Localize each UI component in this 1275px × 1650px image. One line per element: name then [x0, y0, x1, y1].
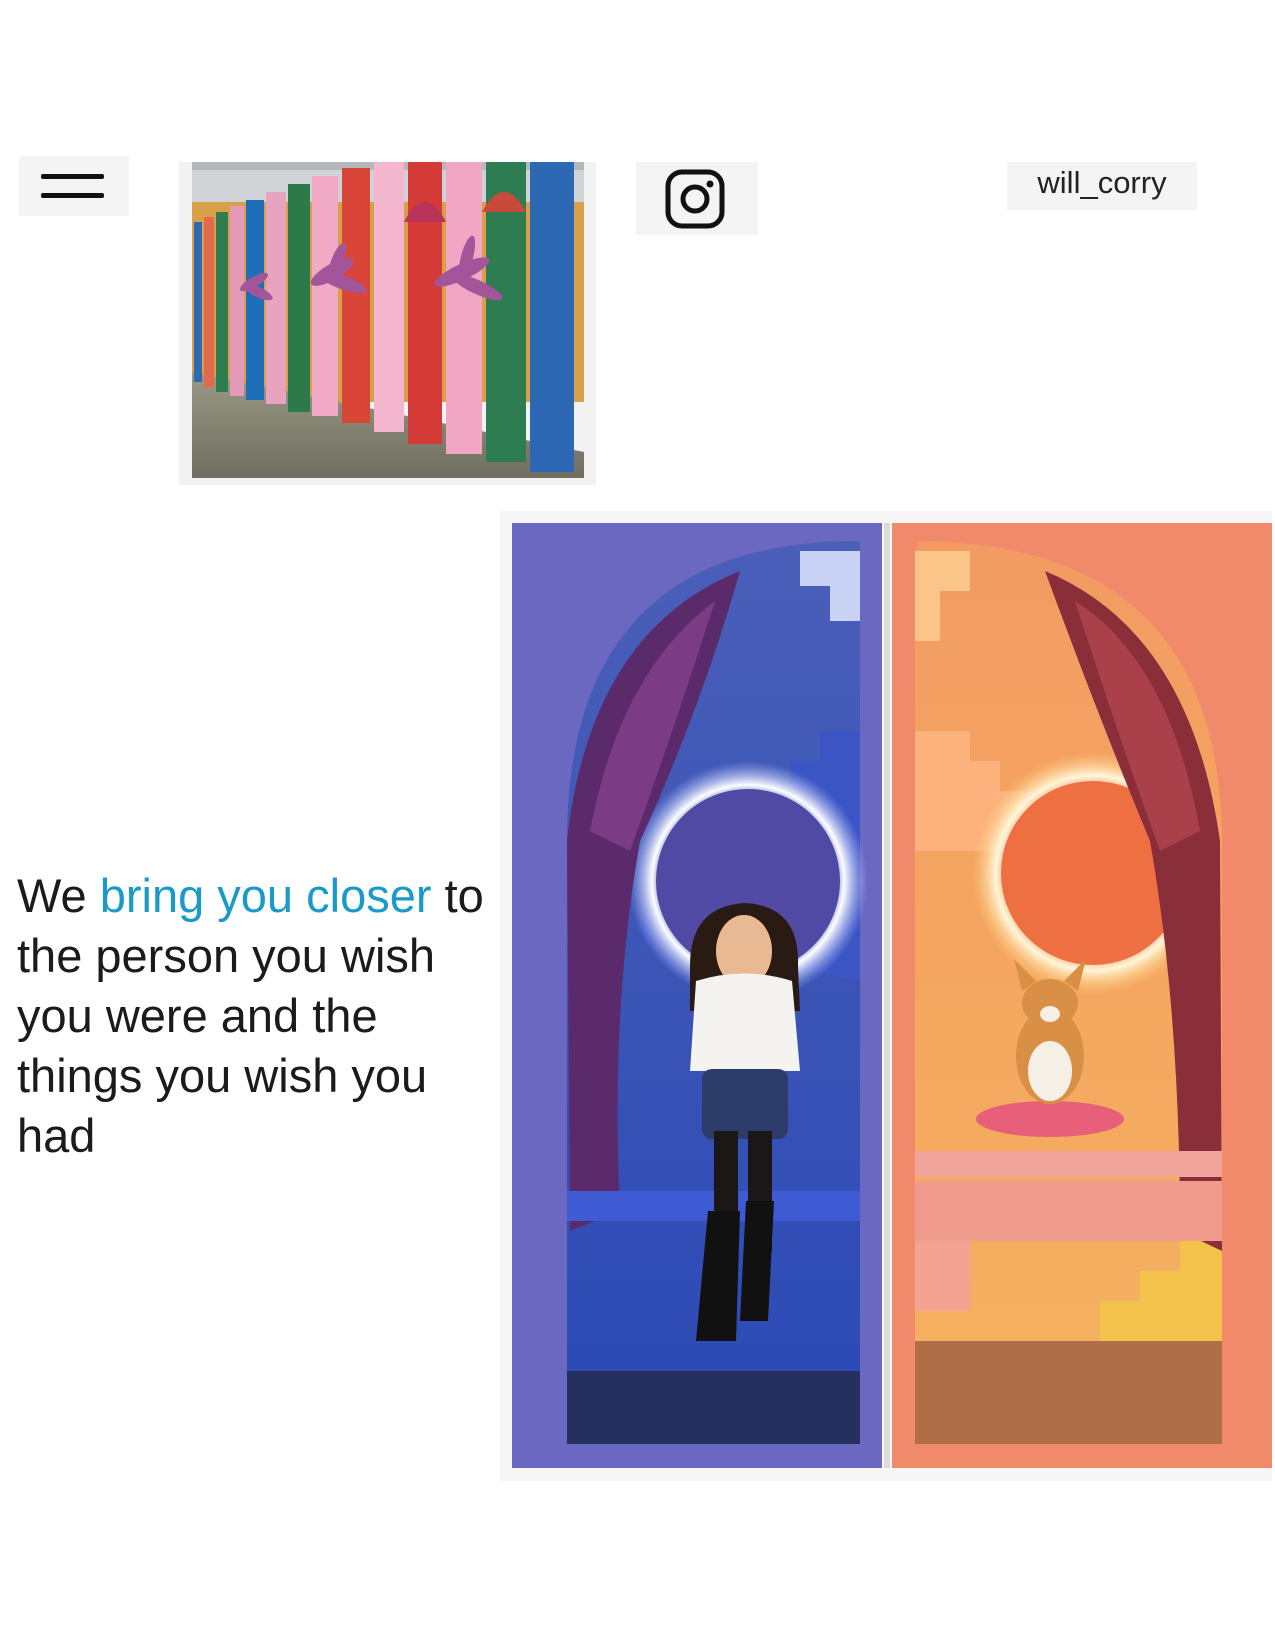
- instagram-handle-link[interactable]: will_corry: [1007, 162, 1197, 210]
- instagram-button[interactable]: [636, 162, 758, 235]
- instagram-icon: [665, 169, 725, 229]
- menu-button[interactable]: [19, 156, 129, 216]
- tagline-highlight: bring you closer: [99, 869, 432, 922]
- arch-booths-photo: [500, 511, 1272, 1481]
- tagline: We bring you closer to the person you wi…: [17, 866, 487, 1166]
- tagline-lead: We: [17, 869, 87, 922]
- pillars-photo: [179, 162, 596, 485]
